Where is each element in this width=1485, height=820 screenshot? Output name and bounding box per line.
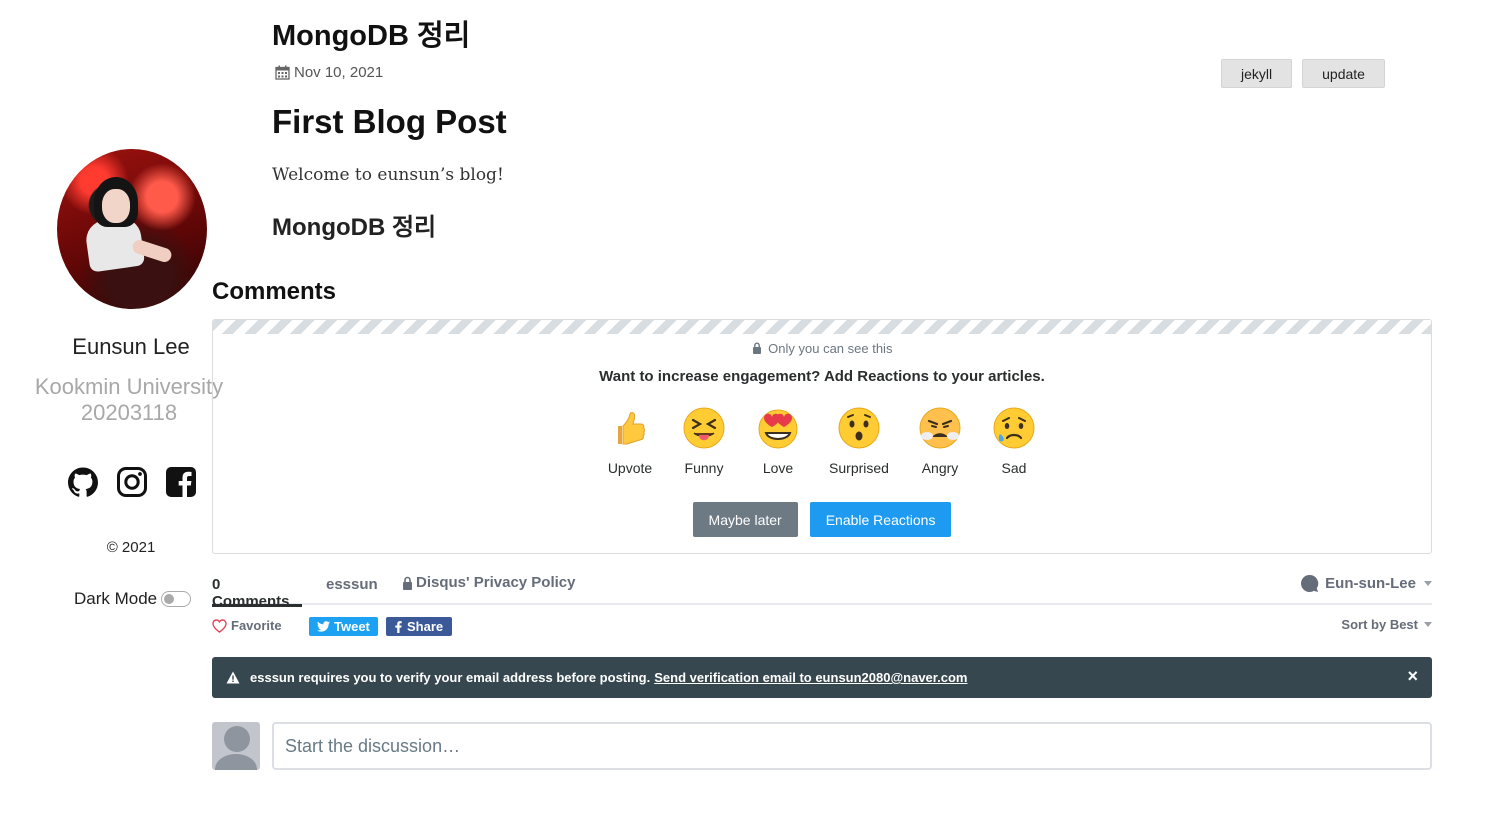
discussion-actions: Favorite Tweet Share Sort by Best: [212, 617, 1432, 637]
sad-face-icon: [993, 407, 1035, 449]
alert-message: esssun requires you to verify your email…: [250, 670, 651, 685]
github-icon[interactable]: [67, 466, 99, 498]
dark-mode-label: Dark Mode: [74, 589, 158, 608]
tag-jekyll[interactable]: jekyll: [1221, 59, 1293, 88]
privacy-policy-label: Disqus' Privacy Policy: [416, 574, 576, 591]
reaction-love-label: Love: [762, 460, 794, 476]
disqus-nav: 0 Comments esssun Disqus' Privacy Policy…: [212, 574, 1432, 610]
reaction-angry[interactable]: Angry: [905, 406, 975, 476]
tweet-button[interactable]: Tweet: [309, 617, 378, 636]
comment-input[interactable]: Start the discussion…: [272, 722, 1432, 770]
warning-icon: [226, 671, 240, 684]
sort-label: Sort by Best: [1341, 617, 1418, 632]
tab-community[interactable]: esssun: [326, 576, 378, 593]
lock-icon: [403, 576, 412, 590]
twitter-icon: [317, 621, 330, 632]
send-verification-link[interactable]: Send verification email to eunsun2080@na…: [654, 670, 967, 685]
profile-avatar: [57, 149, 207, 309]
enable-reactions-button[interactable]: Enable Reactions: [809, 502, 952, 537]
striped-border: [213, 320, 1431, 334]
post-date-text: Nov 10, 2021: [294, 64, 384, 81]
facebook-icon[interactable]: [165, 466, 197, 498]
visibility-note: Only you can see this: [213, 341, 1431, 356]
calendar-icon: [275, 65, 290, 80]
visibility-note-text: Only you can see this: [768, 341, 893, 356]
thumbs-up-icon: [618, 412, 646, 445]
post-tags: jekyll update: [1221, 59, 1385, 88]
instagram-icon[interactable]: [116, 466, 148, 498]
lock-icon: [752, 342, 761, 354]
reaction-upvote[interactable]: Upvote: [595, 406, 665, 476]
post-subheading: MongoDB 정리: [272, 214, 437, 241]
tweet-label: Tweet: [334, 619, 370, 634]
social-links: [67, 466, 197, 500]
reaction-surprised-label: Surprised: [829, 460, 889, 476]
reaction-sad[interactable]: Sad: [979, 406, 1049, 476]
favorite-button[interactable]: Favorite: [212, 618, 282, 633]
tag-update[interactable]: update: [1302, 59, 1385, 88]
reaction-angry-label: Angry: [921, 460, 959, 476]
reactions-buttons: Maybe later Enable Reactions: [213, 502, 1431, 537]
favorite-label: Favorite: [231, 618, 282, 633]
sort-dropdown[interactable]: Sort by Best: [1341, 617, 1432, 632]
reaction-upvote-label: Upvote: [607, 460, 653, 476]
post-date: Nov 10, 2021: [275, 64, 383, 81]
surprised-face-icon: [838, 407, 880, 449]
maybe-later-button[interactable]: Maybe later: [692, 502, 798, 537]
tab-comments-count[interactable]: 0 Comments: [212, 576, 302, 610]
dark-mode-control: Dark Mode: [74, 589, 192, 609]
user-avatar-placeholder: [212, 722, 260, 770]
post-body: Welcome to eunsun’s blog!: [272, 165, 504, 185]
heart-eyes-icon: [758, 409, 798, 449]
facebook-f-icon: [395, 620, 402, 633]
dark-mode-toggle[interactable]: [161, 591, 192, 607]
tongue-face-icon: [683, 407, 725, 449]
user-menu[interactable]: Eun-sun-Lee: [1300, 574, 1432, 593]
post-heading: First Blog Post: [272, 103, 507, 140]
chevron-down-icon: [1424, 581, 1432, 586]
reactions-list: Upvote Funny Love Surprised Angry Sad: [213, 406, 1431, 476]
post-title: MongoDB 정리: [272, 20, 471, 52]
reactions-prompt: Want to increase engagement? Add Reactio…: [599, 368, 1045, 385]
reaction-sad-label: Sad: [1001, 460, 1027, 476]
user-name: Eun-sun-Lee: [1325, 575, 1416, 592]
reaction-funny-label: Funny: [684, 460, 724, 476]
reaction-love[interactable]: Love: [743, 406, 813, 476]
comments-heading: Comments: [212, 278, 337, 305]
reactions-promo-panel: Only you can see this Want to increase e…: [212, 319, 1432, 554]
facebook-share-button[interactable]: Share: [386, 617, 453, 636]
chevron-down-icon: [1424, 622, 1432, 627]
email-verification-alert: esssun requires you to verify your email…: [212, 657, 1432, 698]
heart-icon: [212, 618, 227, 633]
angry-face-icon: [919, 407, 961, 449]
reaction-funny[interactable]: Funny: [669, 406, 739, 476]
close-icon[interactable]: ×: [1407, 666, 1418, 687]
share-label: Share: [407, 619, 444, 634]
privacy-policy-link[interactable]: Disqus' Privacy Policy: [402, 574, 575, 591]
reaction-surprised[interactable]: Surprised: [817, 406, 901, 476]
chat-bubble-icon: [1301, 574, 1319, 592]
